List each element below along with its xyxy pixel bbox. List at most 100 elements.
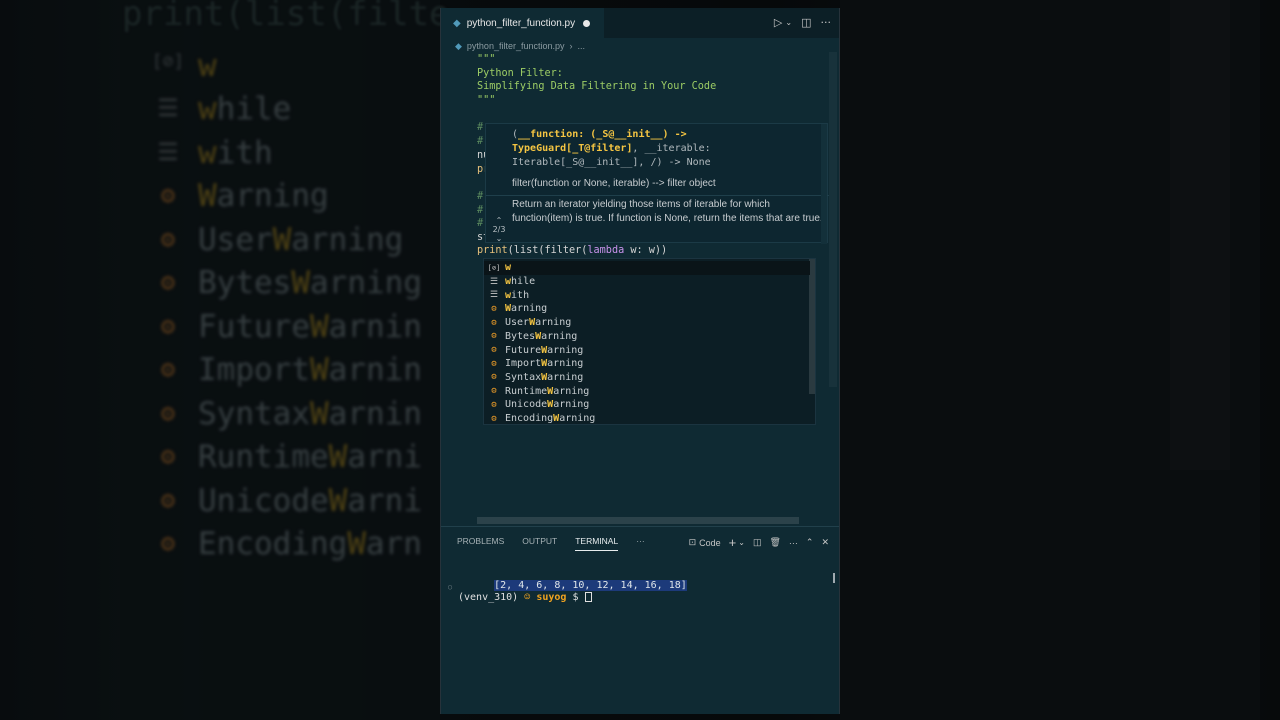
- chevron-down-icon[interactable]: ⌄: [785, 18, 792, 29]
- code-line-docstring-open: """: [477, 54, 496, 65]
- lambda-body-token: w: w: [624, 245, 655, 256]
- tab-output[interactable]: OUTPUT: [522, 536, 557, 551]
- sig-active-param-2: TypeGuard[_T@filter]: [512, 143, 633, 154]
- lambda-token: lambda: [587, 245, 625, 256]
- suggestion-prefix: Syntax: [505, 371, 542, 383]
- suggestion-prefix: Runtime: [505, 385, 548, 397]
- signature-code: (__function: (_S@__init__) -> TypeGuard[…: [512, 128, 711, 170]
- terminal-shell-label[interactable]: Code: [699, 538, 721, 548]
- call-close-token: )): [654, 245, 668, 256]
- class-icon: ⚙: [491, 317, 497, 328]
- class-icon: ⚙: [491, 386, 497, 397]
- suggestion-item[interactable]: ⚙ Future Warning: [484, 343, 810, 357]
- suggestion-item[interactable]: ⚙ Runtime Warning: [484, 384, 810, 398]
- breadcrumb-chevron-icon: ›: [569, 41, 573, 51]
- suggestion-item[interactable]: ⚙ Encoding Warning: [484, 412, 810, 426]
- more-actions-icon[interactable]: ···: [789, 538, 798, 548]
- suggestion-prefix: Unicode: [505, 399, 548, 411]
- tab-python-file[interactable]: ◆ python_filter_function.py: [441, 8, 604, 38]
- bottom-panel: PROBLEMS OUTPUT TERMINAL ··· ⊡ Code + ⌄ …: [441, 526, 839, 714]
- suggestion-rest: arning: [535, 317, 572, 329]
- panel-actions: ⊡ Code + ⌄ ◫ 🗑 ··· ⌃ ✕: [689, 535, 829, 550]
- suggestion-item[interactable]: [⊘] w: [484, 261, 810, 275]
- maximize-panel-icon[interactable]: ⌃: [806, 537, 814, 548]
- tab-bar: ◆ python_filter_function.py ▷ ⌄ ◫ ···: [441, 8, 839, 38]
- code-line-comment: #: [477, 122, 484, 133]
- suggestion-item[interactable]: ⚙ Warning: [484, 302, 810, 316]
- suggestion-item[interactable]: ☰ w hile: [484, 275, 810, 289]
- signature-scrollbar[interactable]: [821, 124, 827, 244]
- new-terminal-icon[interactable]: +: [729, 535, 737, 550]
- suggestion-list: [⊘] w ☰ w hile ☰ w ith ⚙ Warning ⚙ User Warning ⚙ Byte…: [483, 258, 816, 425]
- terminal-scrollbar[interactable]: [833, 573, 835, 583]
- terminal-venv: (venv_310): [458, 592, 519, 603]
- breadcrumb-file[interactable]: python_filter_function.py: [467, 41, 565, 51]
- class-icon: ⚙: [491, 413, 497, 424]
- class-icon: ⚙: [491, 358, 497, 369]
- code-line-docstring-subtitle: Simplifying Data Filtering in Your Code: [477, 81, 717, 92]
- suggestion-rest: arning: [547, 344, 584, 356]
- suggestion-item[interactable]: ⚙ Bytes Warning: [484, 330, 810, 344]
- suggestion-prefix: Future: [505, 344, 542, 356]
- chevron-down-icon[interactable]: ⌄: [490, 234, 508, 243]
- suggestion-item[interactable]: ☰ w ith: [484, 288, 810, 302]
- class-icon: ⚙: [491, 372, 497, 383]
- horizontal-scrollbar[interactable]: [477, 517, 799, 524]
- suggestion-match: w: [505, 262, 512, 274]
- run-icon[interactable]: ▷: [774, 16, 782, 29]
- code-line-docstring-title: Python Filter:: [477, 68, 563, 79]
- python-file-icon: ◆: [453, 17, 461, 29]
- editor-scrollbar[interactable]: [829, 52, 837, 387]
- suggestion-item[interactable]: ⚙ Unicode Warning: [484, 398, 810, 412]
- more-actions-icon[interactable]: ···: [821, 16, 832, 29]
- unsaved-dot-icon: [583, 20, 590, 27]
- suggestion-rest: ith: [511, 289, 530, 301]
- prompt-circle-icon: ○: [448, 583, 453, 591]
- tab-label: python_filter_function.py: [466, 17, 576, 29]
- editor-actions: ▷ ⌄ ◫ ···: [774, 16, 831, 29]
- class-icon: ⚙: [491, 331, 497, 342]
- class-icon: ⚙: [491, 399, 497, 410]
- keyword-icon: ☰: [489, 276, 499, 287]
- code-line-comment: #: [477, 191, 484, 202]
- sig-line3: Iterable[_S@__init__], /) -> None: [512, 157, 711, 168]
- panel-more-icon[interactable]: ···: [636, 536, 645, 551]
- suggestion-item[interactable]: ⚙ Syntax Warning: [484, 371, 810, 385]
- code-line-comment: #: [477, 205, 484, 216]
- code-line-current[interactable]: print(list(filter(lambda w: w)): [477, 244, 667, 257]
- suggestion-rest: arning: [553, 385, 590, 397]
- terminal-result-line: [2, 4, 6, 8, 10, 12, 14, 16, 18]: [494, 580, 687, 591]
- sig-active-param-1: __function: (_S@__init__) ->: [518, 129, 687, 140]
- tab-problems[interactable]: PROBLEMS: [457, 536, 504, 551]
- suggestion-item[interactable]: ⚙ Import Warning: [484, 357, 810, 371]
- suggestion-rest: arning: [511, 303, 548, 315]
- editor-window: ◆ python_filter_function.py ▷ ⌄ ◫ ··· ◆ …: [440, 8, 840, 714]
- chevron-up-icon[interactable]: ⌃: [490, 216, 508, 225]
- split-terminal-icon[interactable]: ◫: [753, 537, 762, 548]
- suggestion-rest: arning: [547, 371, 584, 383]
- close-icon[interactable]: ✕: [821, 537, 829, 548]
- split-editor-icon[interactable]: ◫: [801, 16, 811, 29]
- breadcrumb-more[interactable]: ...: [578, 41, 586, 51]
- terminal-output[interactable]: [2, 4, 6, 8, 10, 12, 14, 16, 18] ○ (venv_…: [448, 568, 687, 616]
- suggestion-item[interactable]: ⚙ User Warning: [484, 316, 810, 330]
- signature-nav: ⌃ 2/3 ⌄: [490, 216, 508, 243]
- call-open-token: (list(filter(: [507, 245, 588, 256]
- code-line-comment: #: [477, 136, 484, 147]
- suggestion-rest: arning: [541, 330, 578, 342]
- tab-terminal[interactable]: TERMINAL: [575, 536, 619, 551]
- suggestion-prefix: Import: [505, 358, 542, 370]
- suggestion-rest: arning: [559, 413, 596, 425]
- trash-icon[interactable]: 🗑: [769, 537, 780, 548]
- terminal-shell-icon: ⊡: [688, 537, 697, 547]
- print-token: print: [477, 245, 508, 256]
- terminal-cursor: [584, 592, 592, 602]
- suggestion-prefix: Encoding: [505, 413, 554, 425]
- breadcrumb: ◆ python_filter_function.py › ...: [455, 39, 585, 53]
- terminal-prompt-symbol: $: [572, 592, 579, 603]
- user-emoji-icon: ☺: [524, 592, 531, 603]
- class-icon: ⚙: [491, 303, 497, 314]
- chevron-down-icon[interactable]: ⌄: [738, 538, 745, 547]
- code-line-docstring-close: """: [477, 95, 496, 106]
- signature-counter: 2/3: [492, 225, 506, 234]
